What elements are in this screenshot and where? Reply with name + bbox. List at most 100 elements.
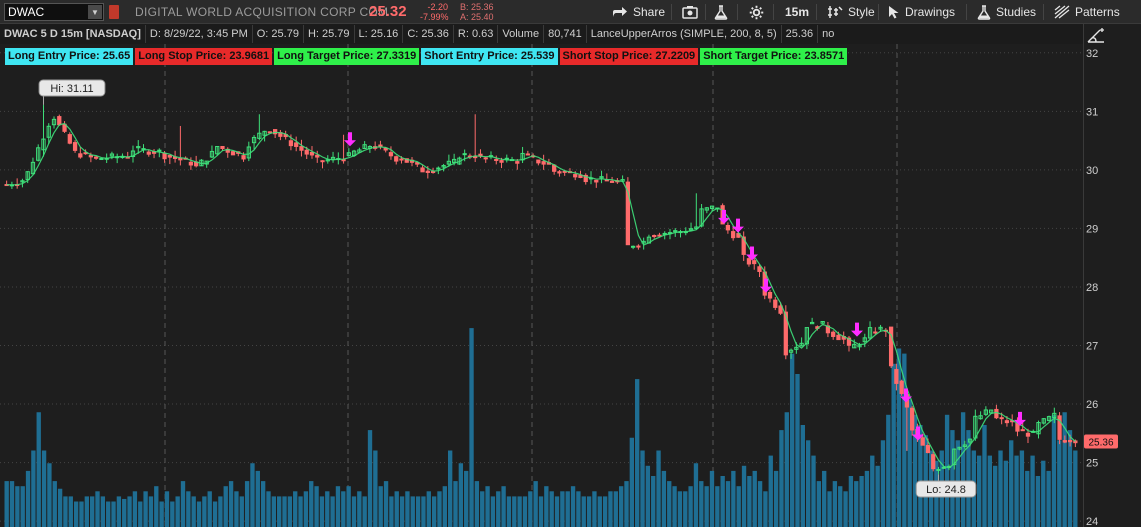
lo-label-text: Lo: 24.8 [926, 484, 966, 496]
studies-label: Studies [996, 5, 1037, 19]
candle-body [304, 149, 309, 155]
volume-bar [341, 491, 346, 527]
volume-bar [704, 486, 709, 527]
volume-bar [244, 481, 250, 527]
short-target-label: Short Target Price: 23.8571 [700, 48, 848, 65]
volume-bar [1073, 450, 1078, 527]
settings-button[interactable] [745, 2, 768, 22]
volume-bar [1051, 414, 1057, 527]
volume-bar [250, 463, 255, 527]
candle-body [230, 151, 236, 156]
candle-body [72, 142, 78, 151]
style-label: Style [848, 5, 875, 19]
study-flag: no [822, 28, 835, 40]
volume-bar [442, 486, 447, 527]
volume-bar [68, 496, 73, 527]
volume-bar [330, 496, 335, 527]
candle-body [1062, 440, 1067, 443]
candle-body [57, 116, 62, 126]
study-name[interactable]: LanceUpperArros (SIMPLE, 200, 8, 5) [587, 25, 782, 43]
candle-body [299, 146, 304, 151]
volume-bar [57, 488, 63, 527]
bid-ask-stack: B: 25.36 A: 25.40 [460, 2, 494, 22]
volume-bar [287, 496, 293, 527]
volume-bar [15, 486, 20, 527]
volume-bar [1041, 460, 1046, 527]
volume-label[interactable]: Volume [498, 25, 545, 43]
chevron-down-icon[interactable]: ▼ [88, 5, 102, 19]
share-button[interactable]: Share [608, 2, 669, 22]
volume-bar [752, 470, 757, 527]
candle-body [936, 468, 941, 471]
patterns-button[interactable]: Patterns [1050, 2, 1124, 22]
volume-bar [544, 486, 549, 527]
price-tick-label: 29 [1086, 223, 1098, 235]
volume-bar [629, 437, 635, 527]
volume-bar [154, 486, 159, 527]
candle-body [941, 466, 946, 469]
volume-bar [260, 481, 266, 527]
volume-bar [138, 501, 143, 527]
volume-bar [383, 481, 389, 527]
volume-bar [570, 486, 576, 527]
volume-bar [635, 379, 640, 527]
candle-body [999, 417, 1004, 420]
volume-bar [624, 481, 629, 527]
volume-bar [773, 470, 779, 527]
volume-bar [533, 481, 538, 527]
volume-bar [688, 486, 693, 527]
strategy-labels: Long Entry Price: 25.65 Long Stop Price:… [5, 48, 848, 65]
volume-bar [106, 501, 111, 527]
volume-bar [843, 491, 848, 527]
chart-header: DWAC 5 D 15m [NASDAQ] D: 8/29/22, 3:45 P… [0, 24, 1083, 44]
bar-open: O: 25.79 [253, 25, 304, 43]
candle-body [888, 326, 894, 367]
candle-body [831, 331, 836, 337]
chart-title: DWAC 5 D 15m [NASDAQ] [0, 25, 146, 43]
snapshot-button[interactable] [678, 2, 702, 22]
study-value: 25.36 [782, 25, 819, 43]
candle-body [525, 153, 530, 156]
symbol-entry[interactable]: ▼ [4, 3, 104, 21]
volume-bar [437, 491, 442, 527]
volume-bar [458, 463, 464, 527]
symbol-input[interactable] [5, 4, 85, 20]
volume-bar [800, 425, 805, 527]
drawings-label: Drawings [905, 5, 956, 19]
style-button[interactable]: Style [823, 2, 879, 22]
volume-bar [309, 481, 314, 527]
volume-bar [239, 496, 244, 527]
drawing-tool-icon[interactable] [1086, 27, 1106, 44]
candle-body [499, 160, 504, 163]
volume-bar [645, 465, 651, 527]
volume-bar [293, 491, 298, 527]
link-color-tag[interactable] [109, 5, 119, 19]
studies-button[interactable]: Studies [973, 2, 1040, 22]
volume-bar [122, 498, 127, 527]
lab-button[interactable] [710, 2, 732, 22]
drawings-button[interactable]: Drawings [884, 2, 959, 22]
candle-body [315, 154, 320, 158]
volume-bar [207, 491, 212, 527]
share-label: Share [633, 5, 666, 19]
timeframe-button[interactable]: 15m [781, 2, 813, 22]
volume-bar [143, 491, 148, 527]
long-stop-label: Long Stop Price: 23.9681 [135, 48, 273, 65]
candle-body [657, 234, 662, 237]
volume-bar [586, 496, 592, 527]
volume-bar [314, 486, 319, 527]
volume-bar [838, 486, 843, 527]
volume-bar [993, 465, 998, 527]
price-tick-label: 25 [1086, 458, 1098, 470]
bar-range: R: 0.63 [454, 25, 499, 43]
volume-bar [202, 496, 207, 527]
volume-bar [816, 481, 822, 527]
volume-bar [415, 496, 421, 527]
volume-bar [528, 491, 533, 527]
volume-bar [41, 450, 47, 527]
volume-bar [426, 491, 431, 527]
candle-body [536, 159, 541, 164]
volume-bar [111, 501, 116, 527]
candle-body [652, 235, 657, 238]
price-chart[interactable]: 32 31 30 29 28 27 26 25 24 25.36 Hi: 31.11 Lo: 24.… [0, 44, 1141, 527]
